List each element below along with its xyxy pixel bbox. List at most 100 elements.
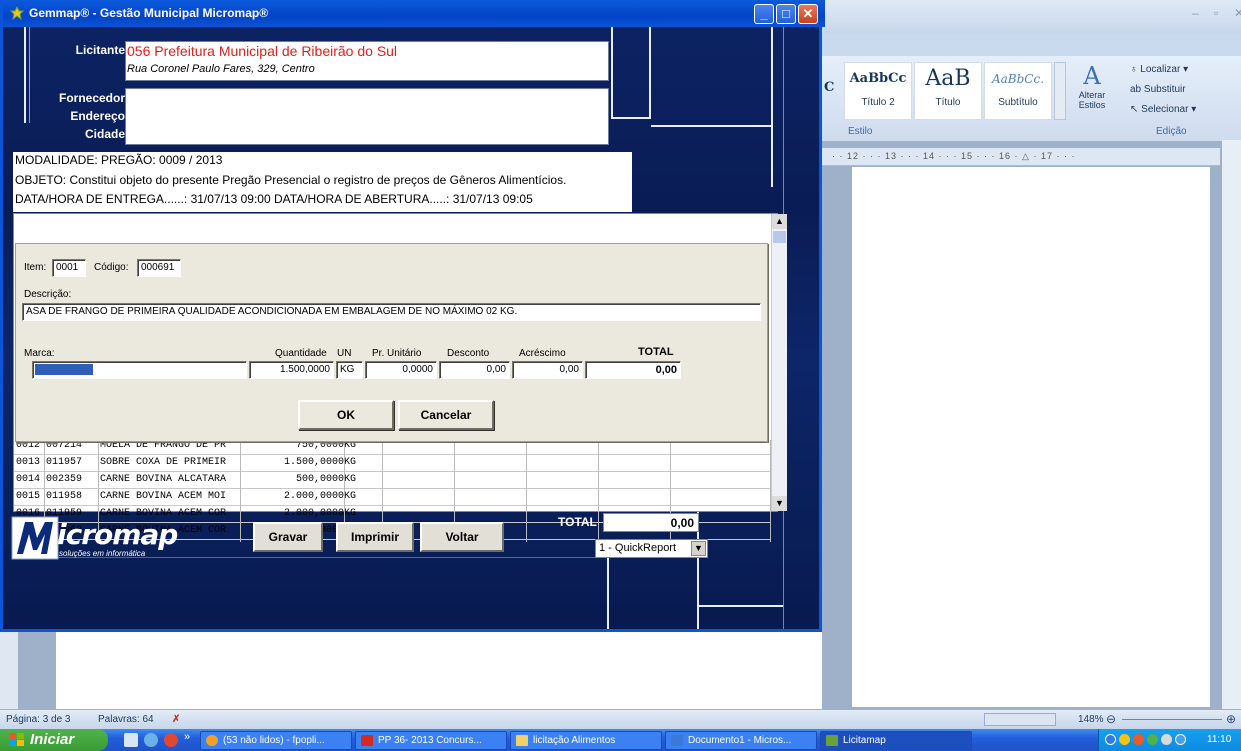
zoom-in-icon[interactable]: ⊕	[1226, 712, 1236, 726]
close-icon[interactable]: ✕	[1234, 6, 1241, 20]
maximize-button[interactable]: □	[776, 4, 796, 24]
scroll-up-icon[interactable]: ▲	[772, 214, 787, 229]
imprimir-button[interactable]: Imprimir	[336, 522, 414, 552]
ribbon: C AaBbCc Título 2 AaB Título AaBbCc. Sub…	[822, 56, 1241, 142]
descricao-field[interactable]: ASA DE FRANGO DE PRIMEIRA QUALIDADE ACON…	[22, 303, 761, 321]
start-button[interactable]: Iniciar	[0, 729, 108, 751]
acrescimo-label: Acréscimo	[519, 348, 566, 359]
document-page[interactable]	[852, 167, 1210, 707]
voltar-button[interactable]: Voltar	[420, 522, 504, 552]
cancel-button[interactable]: Cancelar	[398, 400, 494, 430]
acrescimo-field[interactable]: 0,00	[512, 361, 583, 379]
close-icon: ✕	[802, 6, 814, 21]
descricao-label: Descrição:	[24, 289, 72, 300]
style-sample-partial[interactable]: C	[824, 80, 834, 95]
style-caption: Título	[935, 97, 961, 108]
media-icon[interactable]	[164, 733, 178, 747]
cursor-icon: ↖	[1130, 104, 1142, 115]
gemmap-titlebar[interactable]: Gemmap® - Gestão Municipal Micromap® _ □…	[3, 0, 825, 27]
document-page-lower[interactable]	[56, 632, 822, 710]
micromap-logo: icromap soluções em informática	[11, 516, 209, 560]
style-titulo2[interactable]: AaBbCc Título 2	[844, 62, 912, 120]
taskbar-item[interactable]: (53 não lidos) - fpopli...	[200, 731, 352, 750]
un-field[interactable]: KG	[336, 361, 363, 379]
document-scrollbar[interactable]	[1222, 140, 1241, 710]
zoom-slider[interactable]	[1122, 719, 1222, 720]
replace-button[interactable]: ab Substituir	[1130, 84, 1186, 95]
zoom-level[interactable]: 148%	[1078, 714, 1104, 725]
desconto-field[interactable]: 0,00	[439, 361, 510, 379]
zoom-control: 148% ⊖ ⊕	[982, 712, 1241, 728]
vertical-ruler	[0, 632, 18, 710]
tray-arrow-icon[interactable]	[1105, 734, 1116, 745]
security-icon[interactable]	[1119, 734, 1130, 745]
frame-line	[607, 557, 609, 629]
change-styles-button[interactable]: A Alterar Estilos	[1072, 62, 1112, 120]
taskbar-item-label: licitação Alimentos	[533, 735, 616, 746]
cell-un: KG	[344, 474, 357, 485]
scroll-thumb[interactable]	[773, 231, 786, 243]
scroll-down-icon[interactable]: ▼	[772, 496, 787, 511]
style-subtitulo[interactable]: AaBbCc. Subtítulo	[984, 62, 1052, 120]
logo-tagline: soluções em informática	[59, 549, 146, 558]
ok-button[interactable]: OK	[298, 400, 394, 430]
cell-un: KG	[344, 508, 357, 519]
table-row[interactable]: 0014 002359 CARNE BOVINA ALCATARA 500,0000 K…	[14, 472, 771, 491]
zoom-out-icon[interactable]: ⊖	[1106, 712, 1116, 726]
replace-icon: ab	[1130, 84, 1144, 95]
taskbar-item[interactable]: Documento1 - Micros...	[665, 731, 817, 750]
taskbar: Iniciar » (53 não lidos) - fpopli... PP …	[0, 729, 1241, 751]
taskbar-item-active[interactable]: Licitamap	[820, 731, 972, 750]
chevron-down-icon[interactable]: ▼	[691, 541, 706, 556]
preco-unitario-field[interactable]: 0,0000	[365, 361, 437, 379]
taskbar-item-label: Licitamap	[843, 735, 886, 746]
desconto-label: Desconto	[447, 348, 490, 359]
status-page[interactable]: Página: 3 de 3	[6, 714, 71, 725]
volume-icon[interactable]	[1161, 734, 1172, 745]
report-select[interactable]: 1 - QuickReport ▼	[595, 539, 708, 558]
frame-box	[611, 27, 651, 119]
find-button[interactable]: ♁ Localizar ▾	[1130, 64, 1188, 75]
cell-divider	[240, 525, 241, 542]
network-icon[interactable]	[1147, 734, 1158, 745]
select-button[interactable]: ↖ Selecionar ▾	[1130, 104, 1196, 115]
styles-scroll[interactable]	[1054, 62, 1066, 120]
style-caption: Título 2	[861, 97, 895, 108]
item-field[interactable]: 0001	[52, 259, 86, 277]
codigo-field[interactable]: 000691	[137, 259, 181, 277]
quantidade-field[interactable]: 1.500,0000	[249, 361, 334, 379]
close-button[interactable]: ✕	[798, 4, 818, 24]
pdf-icon	[361, 735, 373, 746]
more-icon[interactable]: »	[184, 731, 190, 743]
taskbar-item[interactable]: licitação Alimentos	[510, 731, 662, 750]
fornecedor-label: Fornecedor	[58, 91, 125, 105]
grid-scrollbar[interactable]: ▲ ▼	[771, 214, 787, 511]
licitante-name: 056 Prefeitura Municipal de Ribeirão do …	[127, 43, 398, 59]
gemmap-body: Licitante 056 Prefeitura Municipal de Ri…	[3, 27, 819, 629]
start-label: Iniciar	[30, 731, 75, 748]
table-row[interactable]: 0013 011957 SOBRE COXA DE PRIMEIR 1.500,000…	[14, 455, 771, 474]
view-buttons[interactable]	[984, 713, 1056, 726]
tray-app-icon[interactable]	[1133, 734, 1144, 745]
fornecedor-field[interactable]	[125, 88, 609, 145]
table-row[interactable]: 0015 011958 CARNE BOVINA ACEM MOI 2.000,000…	[14, 489, 771, 508]
cell-code: 011957	[46, 457, 83, 468]
gravar-button[interactable]: Gravar	[253, 522, 323, 552]
style-titulo[interactable]: AaB Título	[914, 62, 982, 120]
clock[interactable]: 11:10	[1207, 734, 1231, 745]
status-words[interactable]: Palavras: 64	[98, 714, 154, 725]
un-label: UN	[337, 348, 352, 359]
horizontal-ruler: · · 12 · · · 13 · · · 14 · · · 15 · · · …	[822, 148, 1220, 166]
marca-field[interactable]	[32, 361, 247, 379]
restore-icon[interactable]: ▫	[1214, 6, 1218, 20]
update-icon[interactable]	[1175, 734, 1186, 745]
minimize-button[interactable]: _	[754, 4, 774, 24]
browser-icon[interactable]	[144, 733, 158, 747]
total-field: 0,00	[603, 513, 699, 532]
minimize-icon[interactable]: –	[1192, 6, 1199, 20]
show-desktop-icon[interactable]	[124, 733, 138, 747]
proofing-icon[interactable]: ✗	[172, 714, 180, 725]
ribbon-tabs	[822, 34, 1241, 56]
frame-line	[29, 27, 30, 123]
taskbar-item[interactable]: PP 36- 2013 Concurs...	[355, 731, 507, 750]
